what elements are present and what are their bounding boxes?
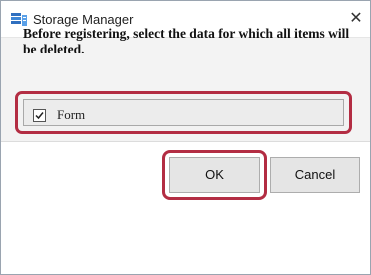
- storage-manager-app-icon: [11, 13, 27, 27]
- window-title: Storage Manager: [33, 12, 134, 27]
- form-item-label: Form: [57, 107, 86, 122]
- form-checkbox[interactable]: [33, 109, 46, 122]
- footer-separator: [1, 141, 370, 142]
- ok-button[interactable]: OK: [169, 157, 260, 193]
- data-selection-highlight: Form: [15, 91, 352, 134]
- data-item-list: Form: [23, 99, 344, 126]
- instruction-message: Before registering, select the data for …: [23, 26, 350, 53]
- storage-manager-dialog: Storage Manager ✕ Before registering, se…: [0, 0, 371, 275]
- cancel-button[interactable]: Cancel: [270, 157, 360, 193]
- checkmark-icon: [35, 112, 44, 120]
